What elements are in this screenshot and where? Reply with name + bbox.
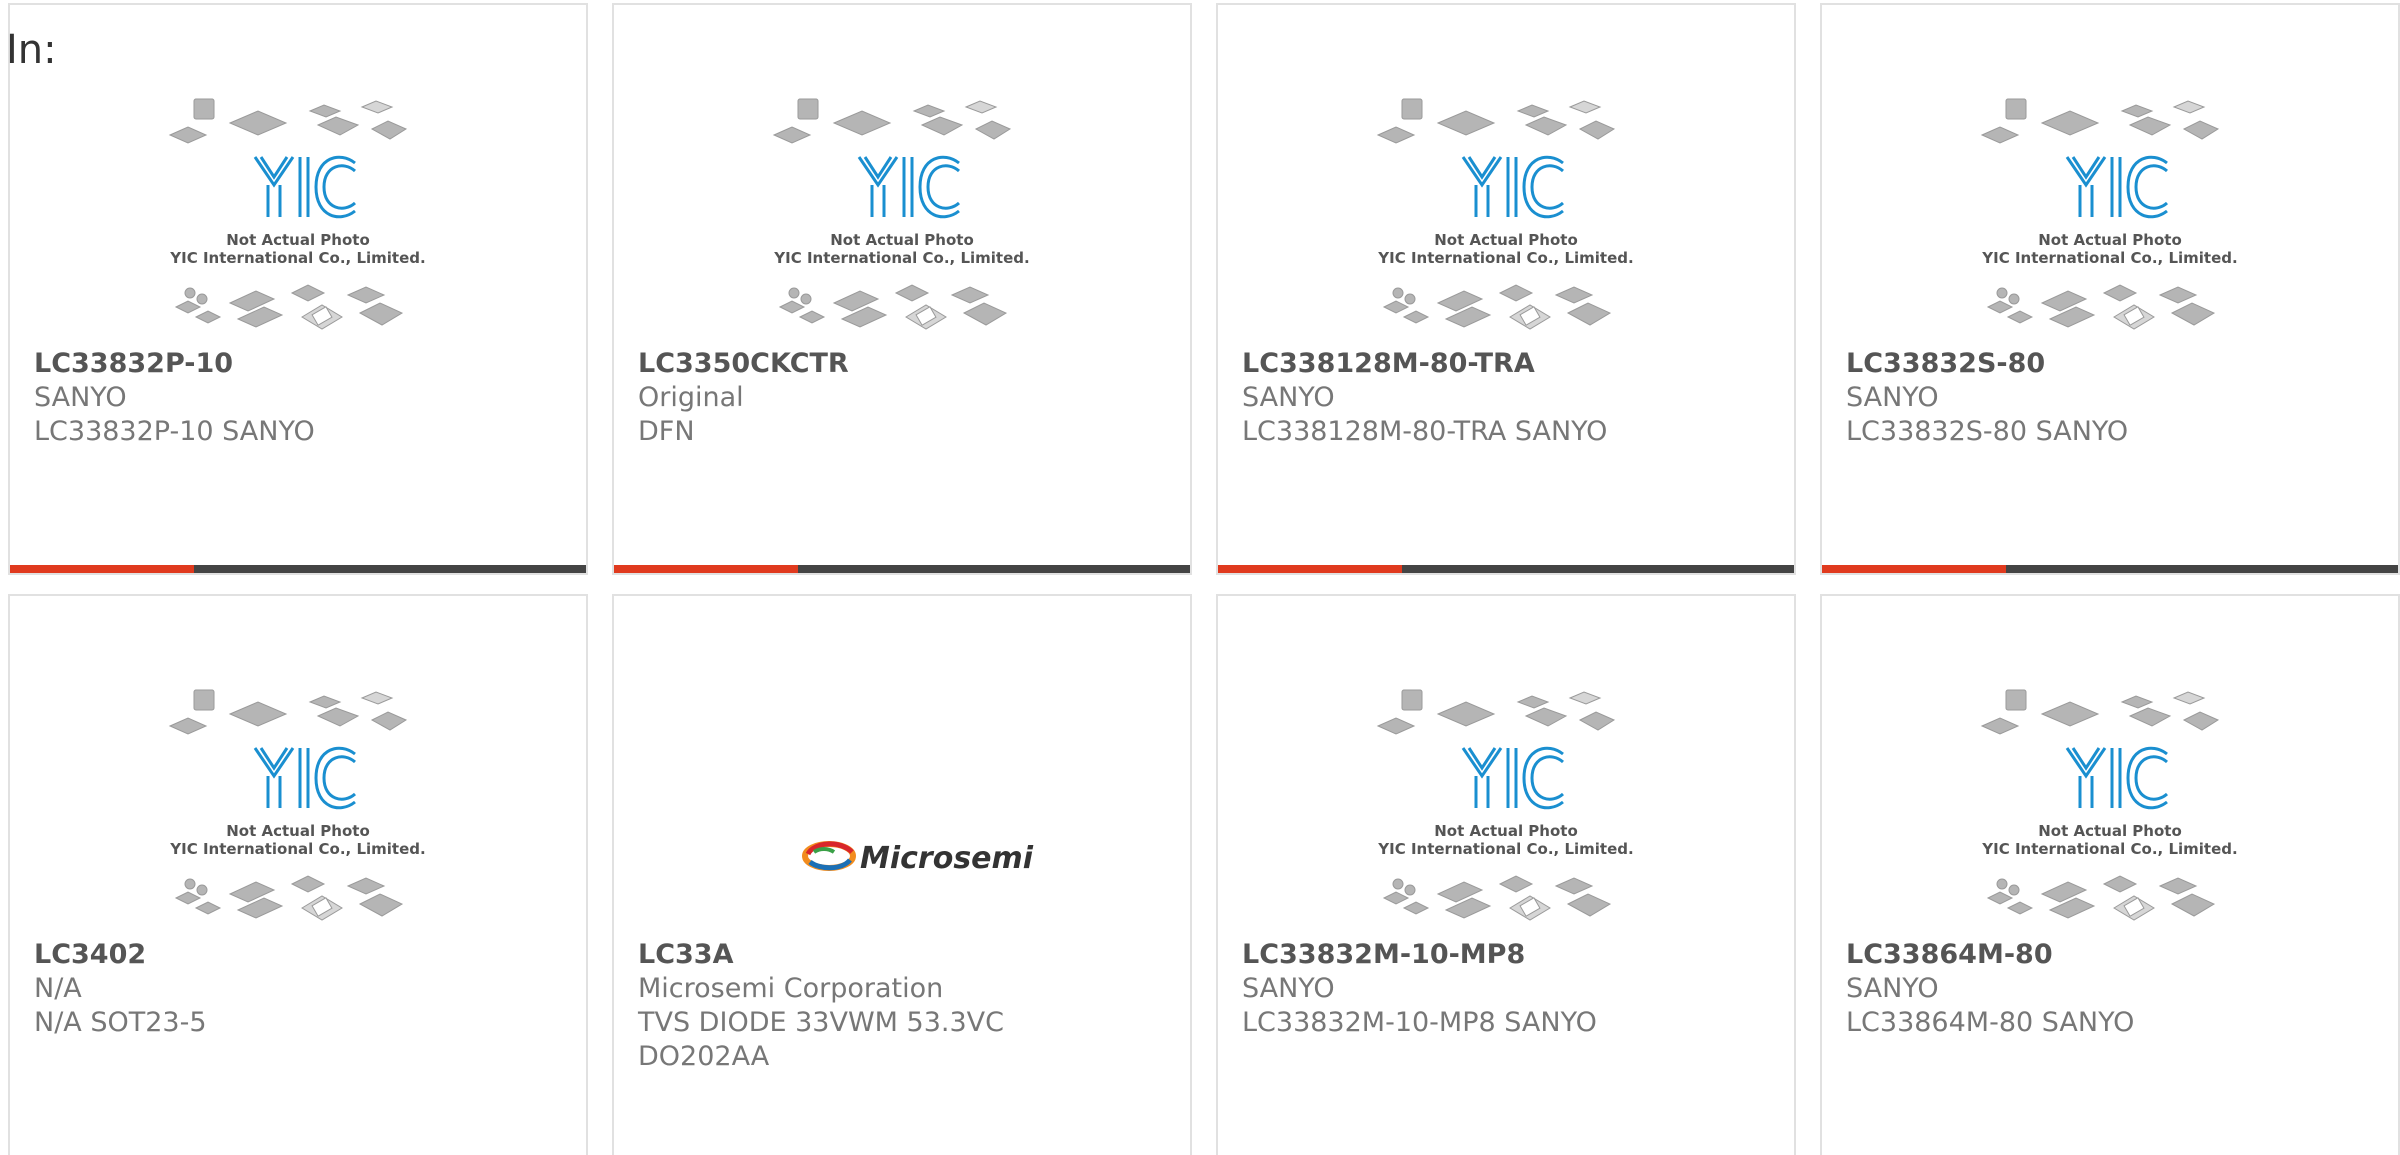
yic-logo-icon xyxy=(253,155,357,219)
manufacturer-text: N/A xyxy=(34,973,82,1004)
product-info: LC33A Microsemi Corporation TVS DIODE 33VW… xyxy=(638,938,1170,1074)
part-number-link[interactable]: LC33832M-10-MP8 xyxy=(1242,938,1774,972)
description-text: LC33864M-80 SANYO xyxy=(1846,1007,2135,1038)
card-progress-bar xyxy=(10,565,586,573)
part-number-link[interactable]: LC33832S-80 xyxy=(1846,347,2378,381)
not-actual-photo-text: Not Actual Photo xyxy=(226,231,370,249)
part-number-link[interactable]: LC33864M-80 xyxy=(1846,938,2378,972)
card-progress-fill xyxy=(1822,565,2007,573)
description-text: LC33832M-10-MP8 SANYO xyxy=(1242,1007,1597,1038)
card-progress-bar xyxy=(1218,565,1794,573)
product-image[interactable]: Not Actual Photo YIC International Co., … xyxy=(614,85,1190,345)
yic-company-text: YIC International Co., Limited. xyxy=(773,249,1029,267)
card-progress-fill xyxy=(1218,565,1403,573)
part-number-link[interactable]: LC338128M-80-TRA xyxy=(1242,347,1774,381)
description-text: LC33832P-10 SANYO xyxy=(34,416,315,447)
yic-placeholder-image: Not Actual Photo YIC International Co., … xyxy=(1376,98,1634,330)
manufacturer-text: SANYO xyxy=(1242,973,1335,1004)
yic-company-text: YIC International Co., Limited. xyxy=(1377,249,1633,267)
manufacturer-text: SANYO xyxy=(1846,973,1939,1004)
part-number-link[interactable]: LC33A xyxy=(638,938,1170,972)
product-info: LC33832S-80 SANYO LC33832S-80 SANYO xyxy=(1846,347,2378,449)
filter-prefix-label: In: xyxy=(6,27,57,73)
not-actual-photo-text: Not Actual Photo xyxy=(2038,822,2182,840)
yic-placeholder-image: Not Actual Photo YIC International Co., … xyxy=(1980,98,2238,330)
yic-placeholder-image: Not Actual Photo YIC International Co., … xyxy=(1980,689,2238,921)
yic-logo-icon xyxy=(2065,155,2169,219)
description-text: N/A SOT23-5 xyxy=(34,1007,207,1038)
product-image[interactable]: Not Actual Photo YIC International Co., … xyxy=(10,676,586,936)
part-number-link[interactable]: LC33832P-10 xyxy=(34,347,566,381)
yic-logo-icon xyxy=(253,746,357,810)
yic-placeholder-image: Not Actual Photo YIC International Co., … xyxy=(168,689,426,921)
product-card[interactable]: Not Actual Photo YIC International Co., … xyxy=(8,3,588,575)
product-image[interactable]: Not Actual Photo YIC International Co., … xyxy=(1218,85,1794,345)
description-text: TVS DIODE 33VWM 53.3VC xyxy=(638,1007,1004,1038)
product-info: LC3350CKCTR Original DFN xyxy=(638,347,1170,449)
yic-company-text: YIC International Co., Limited. xyxy=(169,840,425,858)
product-image[interactable]: Not Actual Photo YIC International Co., … xyxy=(1822,85,2398,345)
product-card[interactable]: Not Actual Photo YIC International Co., … xyxy=(1820,3,2400,575)
product-card[interactable]: Not Actual Photo YIC International Co., … xyxy=(8,594,588,1155)
yic-company-text: YIC International Co., Limited. xyxy=(1981,249,2237,267)
microsemi-brand-text: Microsemi xyxy=(860,841,1034,876)
product-info: LC33832P-10 SANYO LC33832P-10 SANYO xyxy=(34,347,566,449)
yic-logo-icon xyxy=(2065,746,2169,810)
manufacturer-text: SANYO xyxy=(34,382,127,413)
product-image[interactable]: Not Actual Photo YIC International Co., … xyxy=(10,85,586,345)
card-progress-fill xyxy=(10,565,195,573)
microsemi-logo-image: Microsemi xyxy=(802,841,1034,876)
yic-company-text: YIC International Co., Limited. xyxy=(1377,840,1633,858)
yic-placeholder-image: Not Actual Photo YIC International Co., … xyxy=(772,98,1030,330)
description-text: DFN xyxy=(638,416,695,447)
product-grid-page: In: Not Actual Photo YIC International C… xyxy=(0,0,2400,1155)
yic-placeholder-image: Not Actual Photo YIC International Co., … xyxy=(168,98,426,330)
description-text: LC338128M-80-TRA SANYO xyxy=(1242,416,1608,447)
microsemi-swirl-icon xyxy=(802,841,856,871)
product-image[interactable]: Not Actual Photo YIC International Co., … xyxy=(1218,676,1794,936)
manufacturer-text: SANYO xyxy=(1242,382,1335,413)
yic-logo-icon xyxy=(1461,746,1565,810)
description-text: LC33832S-80 SANYO xyxy=(1846,416,2129,447)
product-info: LC338128M-80-TRA SANYO LC338128M-80-TRA SA… xyxy=(1242,347,1774,449)
product-card[interactable]: Not Actual Photo YIC International Co., … xyxy=(1820,594,2400,1155)
product-card[interactable]: Microsemi LC33A Microsemi Corporation TVS … xyxy=(612,594,1192,1155)
product-card[interactable]: Not Actual Photo YIC International Co., … xyxy=(1216,594,1796,1155)
manufacturer-text: Original xyxy=(638,382,744,413)
card-progress-fill xyxy=(614,565,799,573)
card-progress-bar xyxy=(1822,565,2398,573)
yic-company-text: YIC International Co., Limited. xyxy=(169,249,425,267)
yic-logo-icon xyxy=(857,155,961,219)
product-info: LC33864M-80 SANYO LC33864M-80 SANYO xyxy=(1846,938,2378,1040)
not-actual-photo-text: Not Actual Photo xyxy=(2038,231,2182,249)
product-info: LC33832M-10-MP8 SANYO LC33832M-10-MP8 SANY… xyxy=(1242,938,1774,1040)
not-actual-photo-text: Not Actual Photo xyxy=(1434,822,1578,840)
part-number-link[interactable]: LC3350CKCTR xyxy=(638,347,1170,381)
not-actual-photo-text: Not Actual Photo xyxy=(1434,231,1578,249)
yic-company-text: YIC International Co., Limited. xyxy=(1981,840,2237,858)
product-image[interactable]: Microsemi xyxy=(614,676,1190,936)
product-card[interactable]: Not Actual Photo YIC International Co., … xyxy=(612,3,1192,575)
card-progress-bar xyxy=(614,565,1190,573)
not-actual-photo-text: Not Actual Photo xyxy=(226,822,370,840)
manufacturer-text: SANYO xyxy=(1846,382,1939,413)
product-image[interactable]: Not Actual Photo YIC International Co., … xyxy=(1822,676,2398,936)
yic-logo-icon xyxy=(1461,155,1565,219)
description-text: DO202AA xyxy=(638,1041,770,1072)
product-info: LC3402 N/A N/A SOT23-5 xyxy=(34,938,566,1040)
manufacturer-text: Microsemi Corporation xyxy=(638,973,944,1004)
product-card[interactable]: Not Actual Photo YIC International Co., … xyxy=(1216,3,1796,575)
part-number-link[interactable]: LC3402 xyxy=(34,938,566,972)
yic-placeholder-image: Not Actual Photo YIC International Co., … xyxy=(1376,689,1634,921)
not-actual-photo-text: Not Actual Photo xyxy=(830,231,974,249)
